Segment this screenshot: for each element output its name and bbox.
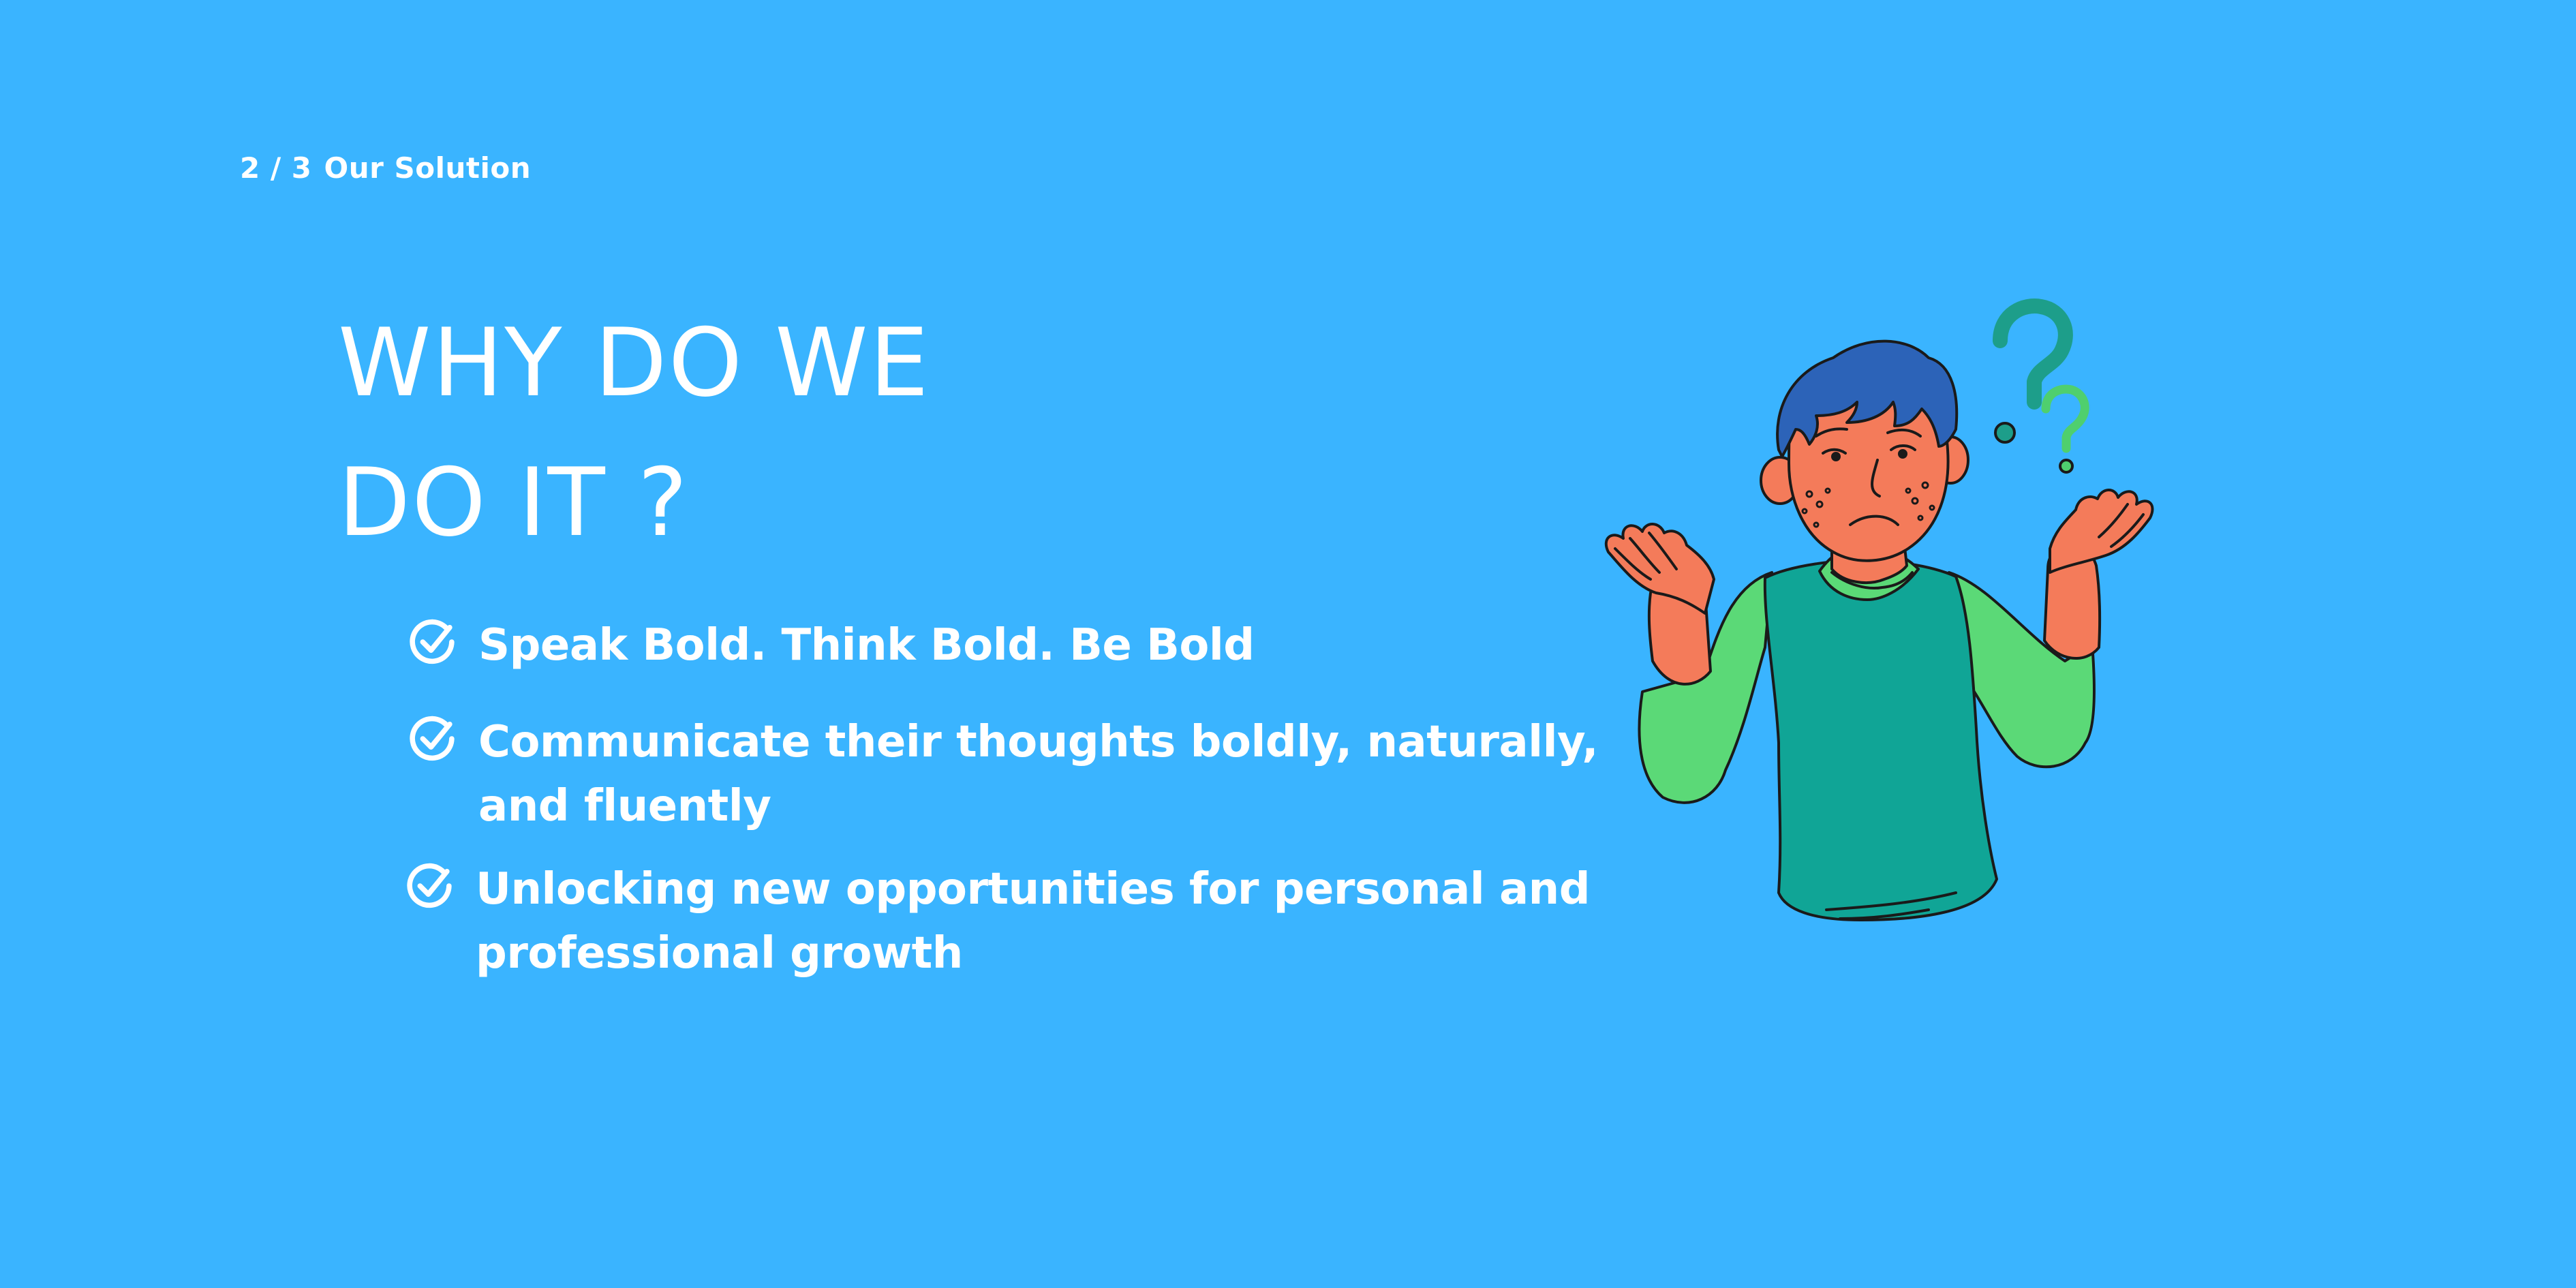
slide-title-line-1: WHY DO WE xyxy=(338,308,930,418)
bullet-text-line: Speak Bold. Think Bold. Be Bold xyxy=(478,620,1255,671)
bullet-text-line: and fluently xyxy=(478,781,771,831)
slide-section-label: Our Solution xyxy=(324,151,532,185)
confused-person-illustration xyxy=(1604,298,2154,921)
right-hand xyxy=(2049,489,2154,574)
shirt-body xyxy=(1763,559,1998,921)
slide-page-number: 2 / 3 xyxy=(240,151,312,185)
slide-title-line-2: DO IT ? xyxy=(338,448,689,557)
slide-indicator: 2 / 3 Our Solution xyxy=(240,151,531,185)
check-circle-icon xyxy=(410,716,455,761)
bullet-text: Communicate their thoughts boldly, natur… xyxy=(478,710,1599,838)
bullet-text: Speak Bold. Think Bold. Be Bold xyxy=(478,613,1255,677)
bullet-text: Unlocking new opportunities for personal… xyxy=(476,857,1591,985)
bullet-item: Unlocking new opportunities for personal… xyxy=(403,857,1591,985)
slide-title: WHY DO WE DO IT ? xyxy=(338,293,930,572)
question-mark-large xyxy=(1993,298,2073,444)
bullet-text-line: Communicate their thoughts boldly, natur… xyxy=(478,717,1599,767)
slide: 2 / 3 Our Solution WHY DO WE DO IT ? Spea… xyxy=(0,0,2576,1288)
check-circle-icon xyxy=(410,619,455,664)
bullet-text-line: professional growth xyxy=(476,928,963,979)
bullet-text-line: Unlocking new opportunities for personal… xyxy=(476,864,1591,915)
check-circle-icon xyxy=(407,863,452,908)
question-mark-small xyxy=(2041,384,2089,474)
bullet-item: Speak Bold. Think Bold. Be Bold xyxy=(406,613,1255,677)
bullet-item: Communicate their thoughts boldly, natur… xyxy=(406,710,1599,838)
